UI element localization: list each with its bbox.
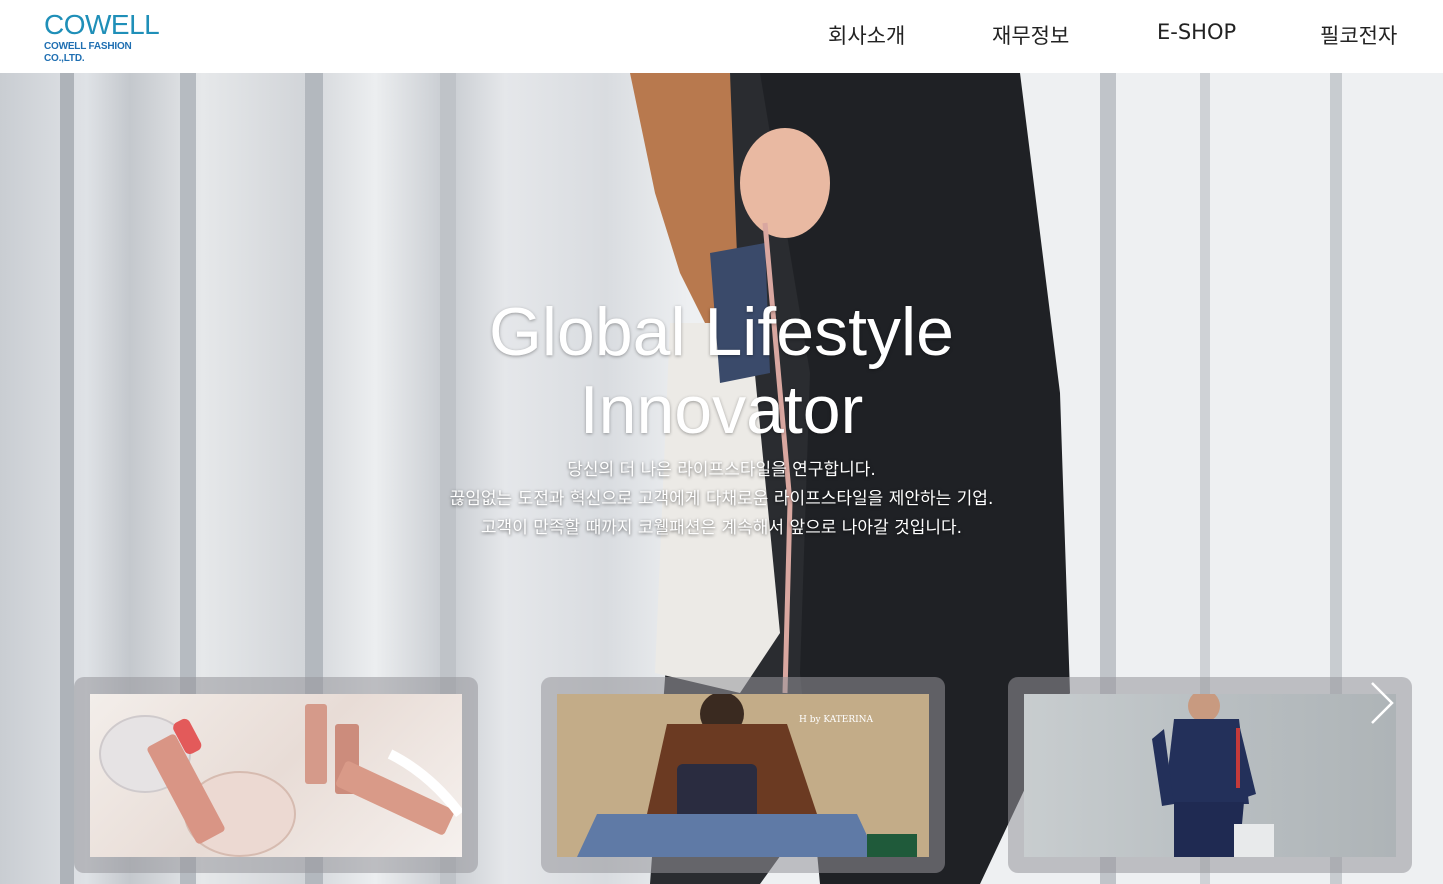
- brand-card-sportswear[interactable]: [1008, 677, 1412, 873]
- hero-banner: Global Lifestyle Innovator 당신의 더 나은 라이프스…: [0, 73, 1443, 884]
- nav-item-company[interactable]: 회사소개: [828, 20, 905, 50]
- logo-wordmark: COWELL: [44, 9, 160, 40]
- company-logo[interactable]: COWELL COWELL FASHION CO.,LTD.: [44, 9, 174, 65]
- nav-item-eshop[interactable]: E-SHOP: [1157, 20, 1236, 44]
- hero-title-line2: Innovator: [579, 372, 864, 448]
- brand-card-cosmetics[interactable]: [74, 677, 478, 873]
- chevron-right-icon: [1371, 682, 1394, 724]
- cosmetics-image: [90, 694, 462, 857]
- hero-subtitle-line3: 고객이 만족할 때까지 코웰패션은 계속해서 앞으로 나아갈 것입니다.: [480, 518, 963, 538]
- svg-text:H by KATERINA: H by KATERINA: [799, 715, 874, 725]
- nav-item-finance[interactable]: 재무정보: [992, 20, 1069, 50]
- fashion-image: H by KATERINA: [557, 694, 929, 857]
- site-header: COWELL COWELL FASHION CO.,LTD. 회사소개 재무정보…: [0, 0, 1443, 73]
- carousel-next-button[interactable]: [1368, 680, 1396, 726]
- sportswear-image: [1024, 694, 1396, 857]
- hero-subtitle-line1: 당신의 더 나은 라이프스타일을 연구합니다.: [567, 460, 876, 480]
- brand-card-fashion[interactable]: H by KATERINA: [541, 677, 945, 873]
- hero-title-line1: Global Lifestyle: [489, 294, 954, 370]
- logo-subtitle: COWELL FASHION CO.,LTD.: [44, 41, 132, 64]
- nav-item-filco[interactable]: 필코전자: [1320, 20, 1397, 50]
- hero-subtitle-line2: 끊임없는 도전과 혁신으로 고객에게 다채로운 라이프스타일을 제안하는 기업.: [449, 489, 994, 509]
